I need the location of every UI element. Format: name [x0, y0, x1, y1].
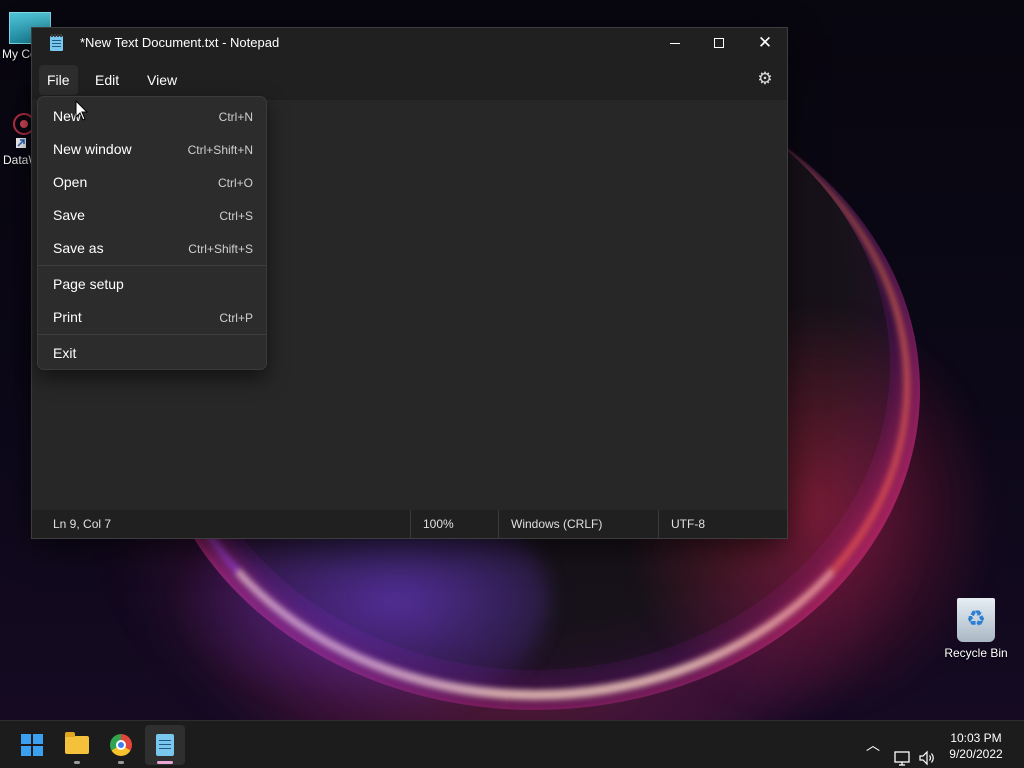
clock-date: 9/20/2022: [949, 747, 1003, 761]
menu-item-label: Page setup: [53, 276, 124, 292]
running-indicator: [118, 761, 124, 764]
menu-item-save[interactable]: Save Ctrl+S: [42, 199, 264, 231]
mouse-cursor-icon: [75, 100, 89, 121]
maximize-button[interactable]: [696, 28, 742, 58]
menu-item-save-as[interactable]: Save as Ctrl+Shift+S: [42, 232, 264, 264]
menu-item-shortcut: Ctrl+Shift+S: [188, 242, 253, 256]
taskbar: ︿ 10:03 PM 9/20/2022: [0, 720, 1024, 768]
window-title: *New Text Document.txt - Notepad: [80, 35, 280, 50]
close-icon: ✕: [757, 32, 773, 53]
menu-item-label: Save as: [53, 240, 104, 256]
chevron-up-icon[interactable]: ︿: [866, 735, 880, 768]
menu-item-shortcut: Ctrl+O: [217, 176, 253, 190]
active-indicator: [157, 761, 173, 764]
menu-item-label: Save: [53, 207, 85, 223]
status-bar: Ln 9, Col 7 100% Windows (CRLF) UTF-8: [32, 510, 787, 538]
menu-file[interactable]: File: [39, 65, 78, 95]
recycle-bin-icon: [957, 598, 995, 642]
close-button[interactable]: ✕: [742, 28, 788, 58]
menu-item-label: Open: [53, 174, 88, 190]
menu-item-shortcut: Ctrl+Shift+N: [187, 143, 253, 157]
menu-item-exit[interactable]: Exit: [42, 337, 264, 369]
minimize-icon: [670, 42, 680, 44]
menu-item-shortcut: Ctrl+N: [218, 110, 253, 124]
file-explorer-icon: [65, 732, 89, 754]
menu-separator: [38, 334, 266, 335]
menu-item-print[interactable]: Print Ctrl+P: [42, 301, 264, 333]
start-icon: [21, 734, 43, 756]
menu-item-open[interactable]: Open Ctrl+O: [42, 166, 264, 198]
desktop-icon-recycle-bin[interactable]: Recycle Bin: [940, 598, 1012, 660]
menu-item-shortcut: Ctrl+S: [219, 209, 253, 223]
menu-edit[interactable]: Edit: [87, 65, 127, 95]
menu-separator: [38, 265, 266, 266]
menu-item-new-window[interactable]: New window Ctrl+Shift+N: [42, 133, 264, 165]
taskbar-chrome[interactable]: [101, 725, 141, 765]
volume-icon[interactable]: [918, 734, 936, 768]
menu-bar: File Edit View ⚙: [32, 58, 787, 100]
title-bar[interactable]: *New Text Document.txt - Notepad ✕: [32, 28, 787, 58]
notepad-icon: [156, 734, 174, 756]
menu-item-label: Print: [53, 309, 82, 325]
gear-icon[interactable]: ⚙: [756, 70, 774, 88]
minimize-button[interactable]: [652, 28, 698, 58]
system-clock[interactable]: 10:03 PM 9/20/2022: [940, 730, 1012, 762]
status-line-ending[interactable]: Windows (CRLF): [498, 510, 602, 538]
status-zoom[interactable]: 100%: [410, 510, 454, 538]
running-indicator: [74, 761, 80, 764]
maximize-icon: [714, 38, 724, 48]
clock-time: 10:03 PM: [950, 731, 1002, 745]
menu-item-page-setup[interactable]: Page setup: [42, 268, 264, 300]
taskbar-file-explorer[interactable]: [57, 725, 97, 765]
menu-item-shortcut: Ctrl+P: [219, 311, 253, 325]
network-icon[interactable]: [893, 734, 911, 768]
desktop-icon-label: Recycle Bin: [944, 646, 1008, 660]
chrome-icon: [110, 734, 132, 756]
menu-view[interactable]: View: [139, 65, 185, 95]
status-line-column: Ln 9, Col 7: [53, 517, 112, 531]
file-menu-dropdown: New Ctrl+N New window Ctrl+Shift+N Open …: [37, 96, 267, 370]
notepad-icon: [50, 34, 63, 51]
status-encoding[interactable]: UTF-8: [658, 510, 705, 538]
start-button[interactable]: [12, 725, 52, 765]
menu-item-label: New window: [53, 141, 132, 157]
menu-item-label: Exit: [53, 345, 77, 361]
taskbar-notepad[interactable]: [145, 725, 185, 765]
